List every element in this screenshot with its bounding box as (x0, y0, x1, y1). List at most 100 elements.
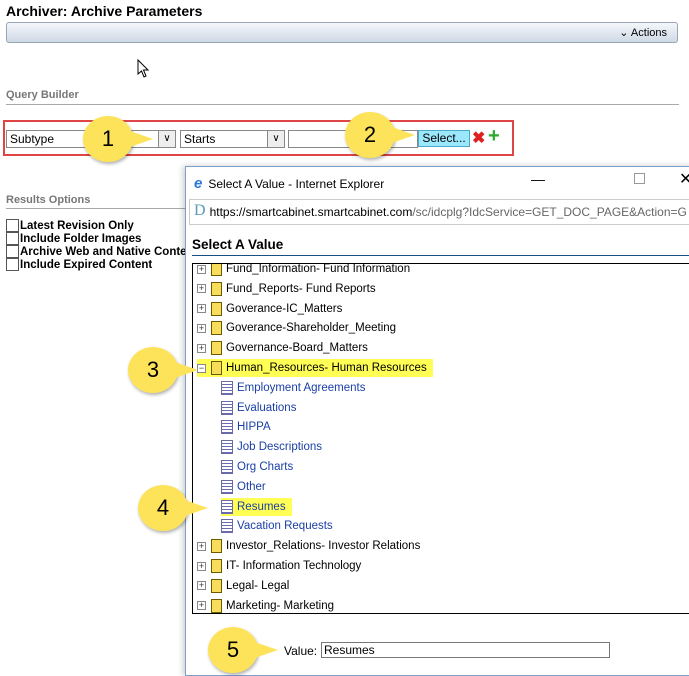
select-button[interactable]: Select... (418, 130, 470, 147)
tree-item[interactable]: Employment Agreements (221, 379, 371, 397)
value-field[interactable]: Resumes (321, 642, 610, 658)
callout-4: 4 (138, 485, 208, 531)
cabinet-icon (211, 578, 222, 593)
cabinet-icon (211, 281, 222, 296)
x-icon[interactable]: ✖ (472, 128, 485, 148)
divider (6, 208, 186, 209)
expand-icon[interactable]: + (197, 323, 206, 333)
divider (192, 255, 689, 256)
cabinet-icon (211, 301, 222, 316)
option-label: Archive Web and Native Conter (20, 245, 192, 258)
plus-icon[interactable]: + (488, 125, 500, 148)
document-icon (221, 479, 233, 494)
url-path: /sc/idcplg?IdcService=GET_DOC_PAGE&Actio… (412, 205, 687, 219)
tree-item[interactable]: Vacation Requests (221, 517, 339, 535)
tree-item-label: Goverance-Shareholder_Meeting (226, 322, 397, 335)
tree-item[interactable]: Other (221, 478, 272, 496)
tree-item[interactable]: Resumes (221, 497, 292, 516)
cabinet-icon (211, 264, 222, 276)
tree-item-label: Goverance-IC_Matters (226, 302, 343, 315)
maximize-button[interactable] (634, 173, 645, 184)
minimize-button[interactable]: — (531, 171, 545, 187)
tree-item[interactable]: + Investor_Relations- Investor Relations (197, 537, 426, 555)
callout-1: 1 (83, 116, 153, 162)
tree-item[interactable]: + Fund_Reports- Fund Reports (197, 280, 382, 298)
option-label: Latest Revision Only (20, 219, 134, 232)
tree-item[interactable]: Job Descriptions (221, 438, 328, 456)
window-title-bar: e Select A Value - Internet Explorer (194, 175, 384, 192)
tree-item-label: Employment Agreements (237, 381, 366, 394)
tree-item-label: HIPPA (237, 421, 271, 434)
tree-item-label: Marketing- Marketing (226, 599, 335, 612)
dialog-heading: Select A Value (192, 237, 284, 252)
mouse-cursor-icon (137, 59, 150, 78)
expand-icon[interactable]: + (197, 264, 206, 274)
tree-item[interactable]: + Goverance-Shareholder_Meeting (197, 319, 402, 337)
actions-menu[interactable]: ⌄ Actions (619, 26, 667, 39)
expand-icon[interactable]: + (197, 343, 206, 353)
tree-item-label: Governance-Board_Matters (226, 342, 368, 355)
expand-icon[interactable]: + (197, 304, 206, 314)
tree-item[interactable]: Org Charts (221, 458, 299, 476)
value-tree: + Fund_Information- Fund Information + Fund… (192, 263, 689, 614)
address-bar[interactable]: Dhttps://smartcabinet.smartcabinet.com/s… (189, 199, 689, 225)
document-icon (221, 499, 233, 514)
tree-item[interactable]: + Governance-Board_Matters (197, 339, 374, 357)
divider (6, 104, 679, 105)
tree-item[interactable]: + Goverance-IC_Matters (197, 300, 348, 318)
callout-2: 2 (345, 112, 415, 158)
document-icon (221, 460, 233, 474)
chevron-down-icon: ∨ (267, 131, 284, 147)
internet-explorer-icon: e (194, 175, 203, 192)
checkbox[interactable] (6, 219, 19, 232)
option-label: Include Expired Content (20, 258, 153, 271)
close-button[interactable]: ✕ (679, 169, 689, 189)
cabinet-icon (211, 321, 222, 336)
tree-item-label: Legal- Legal (226, 579, 290, 592)
tree-item[interactable]: + IT- Information Technology (197, 557, 367, 575)
action-bar: ⌄ Actions (6, 22, 678, 43)
tree-item[interactable]: + Legal- Legal (197, 577, 295, 595)
callout-3: 3 (128, 347, 198, 393)
checkbox[interactable] (6, 258, 19, 271)
site-icon: D (194, 202, 206, 219)
tree-item-label: Job Descriptions (237, 441, 323, 454)
expand-icon[interactable]: + (197, 284, 206, 294)
actions-label: Actions (630, 27, 667, 39)
operator-select[interactable]: Starts ∨ (180, 130, 285, 148)
cabinet-icon (211, 598, 222, 613)
checkbox[interactable] (6, 232, 19, 245)
cabinet-icon (211, 341, 222, 356)
cabinet-icon (211, 361, 222, 375)
cabinet-icon (211, 559, 222, 573)
option-folder-images[interactable]: Include Folder Images (6, 232, 141, 245)
callout-5: 5 (208, 627, 278, 673)
option-label: Include Folder Images (20, 232, 142, 245)
tree-item-label: Org Charts (237, 461, 294, 473)
chevron-down-icon: ∨ (158, 131, 175, 147)
option-web-native[interactable]: Archive Web and Native Conter (6, 245, 191, 258)
collapse-icon[interactable]: − (197, 363, 206, 373)
tree-item[interactable]: Evaluations (221, 399, 302, 417)
window-title: Select A Value - Internet Explorer (208, 176, 385, 191)
query-builder-heading: Query Builder (6, 89, 79, 101)
expand-icon[interactable]: + (197, 561, 206, 571)
tree-item[interactable]: − Human_Resources- Human Resources (197, 359, 433, 377)
document-icon (221, 420, 233, 435)
document-icon (221, 440, 233, 455)
checkbox[interactable] (6, 245, 19, 258)
tree-item-label: Vacation Requests (237, 520, 333, 533)
results-options-heading: Results Options (6, 194, 91, 206)
expand-icon[interactable]: + (197, 541, 206, 551)
expand-icon[interactable]: + (197, 581, 206, 591)
tree-item[interactable]: + Fund_Information- Fund Information (197, 264, 416, 278)
option-expired[interactable]: Include Expired Content (6, 258, 152, 271)
tree-item[interactable]: HIPPA (221, 418, 277, 436)
field-value: Subtype (10, 132, 55, 146)
page-title: Archiver: Archive Parameters (6, 3, 203, 19)
document-icon (221, 519, 233, 534)
cabinet-icon (211, 539, 222, 554)
expand-icon[interactable]: + (197, 601, 206, 611)
option-latest-revision[interactable]: Latest Revision Only (6, 219, 134, 232)
tree-item[interactable]: + Marketing- Marketing (197, 597, 340, 613)
